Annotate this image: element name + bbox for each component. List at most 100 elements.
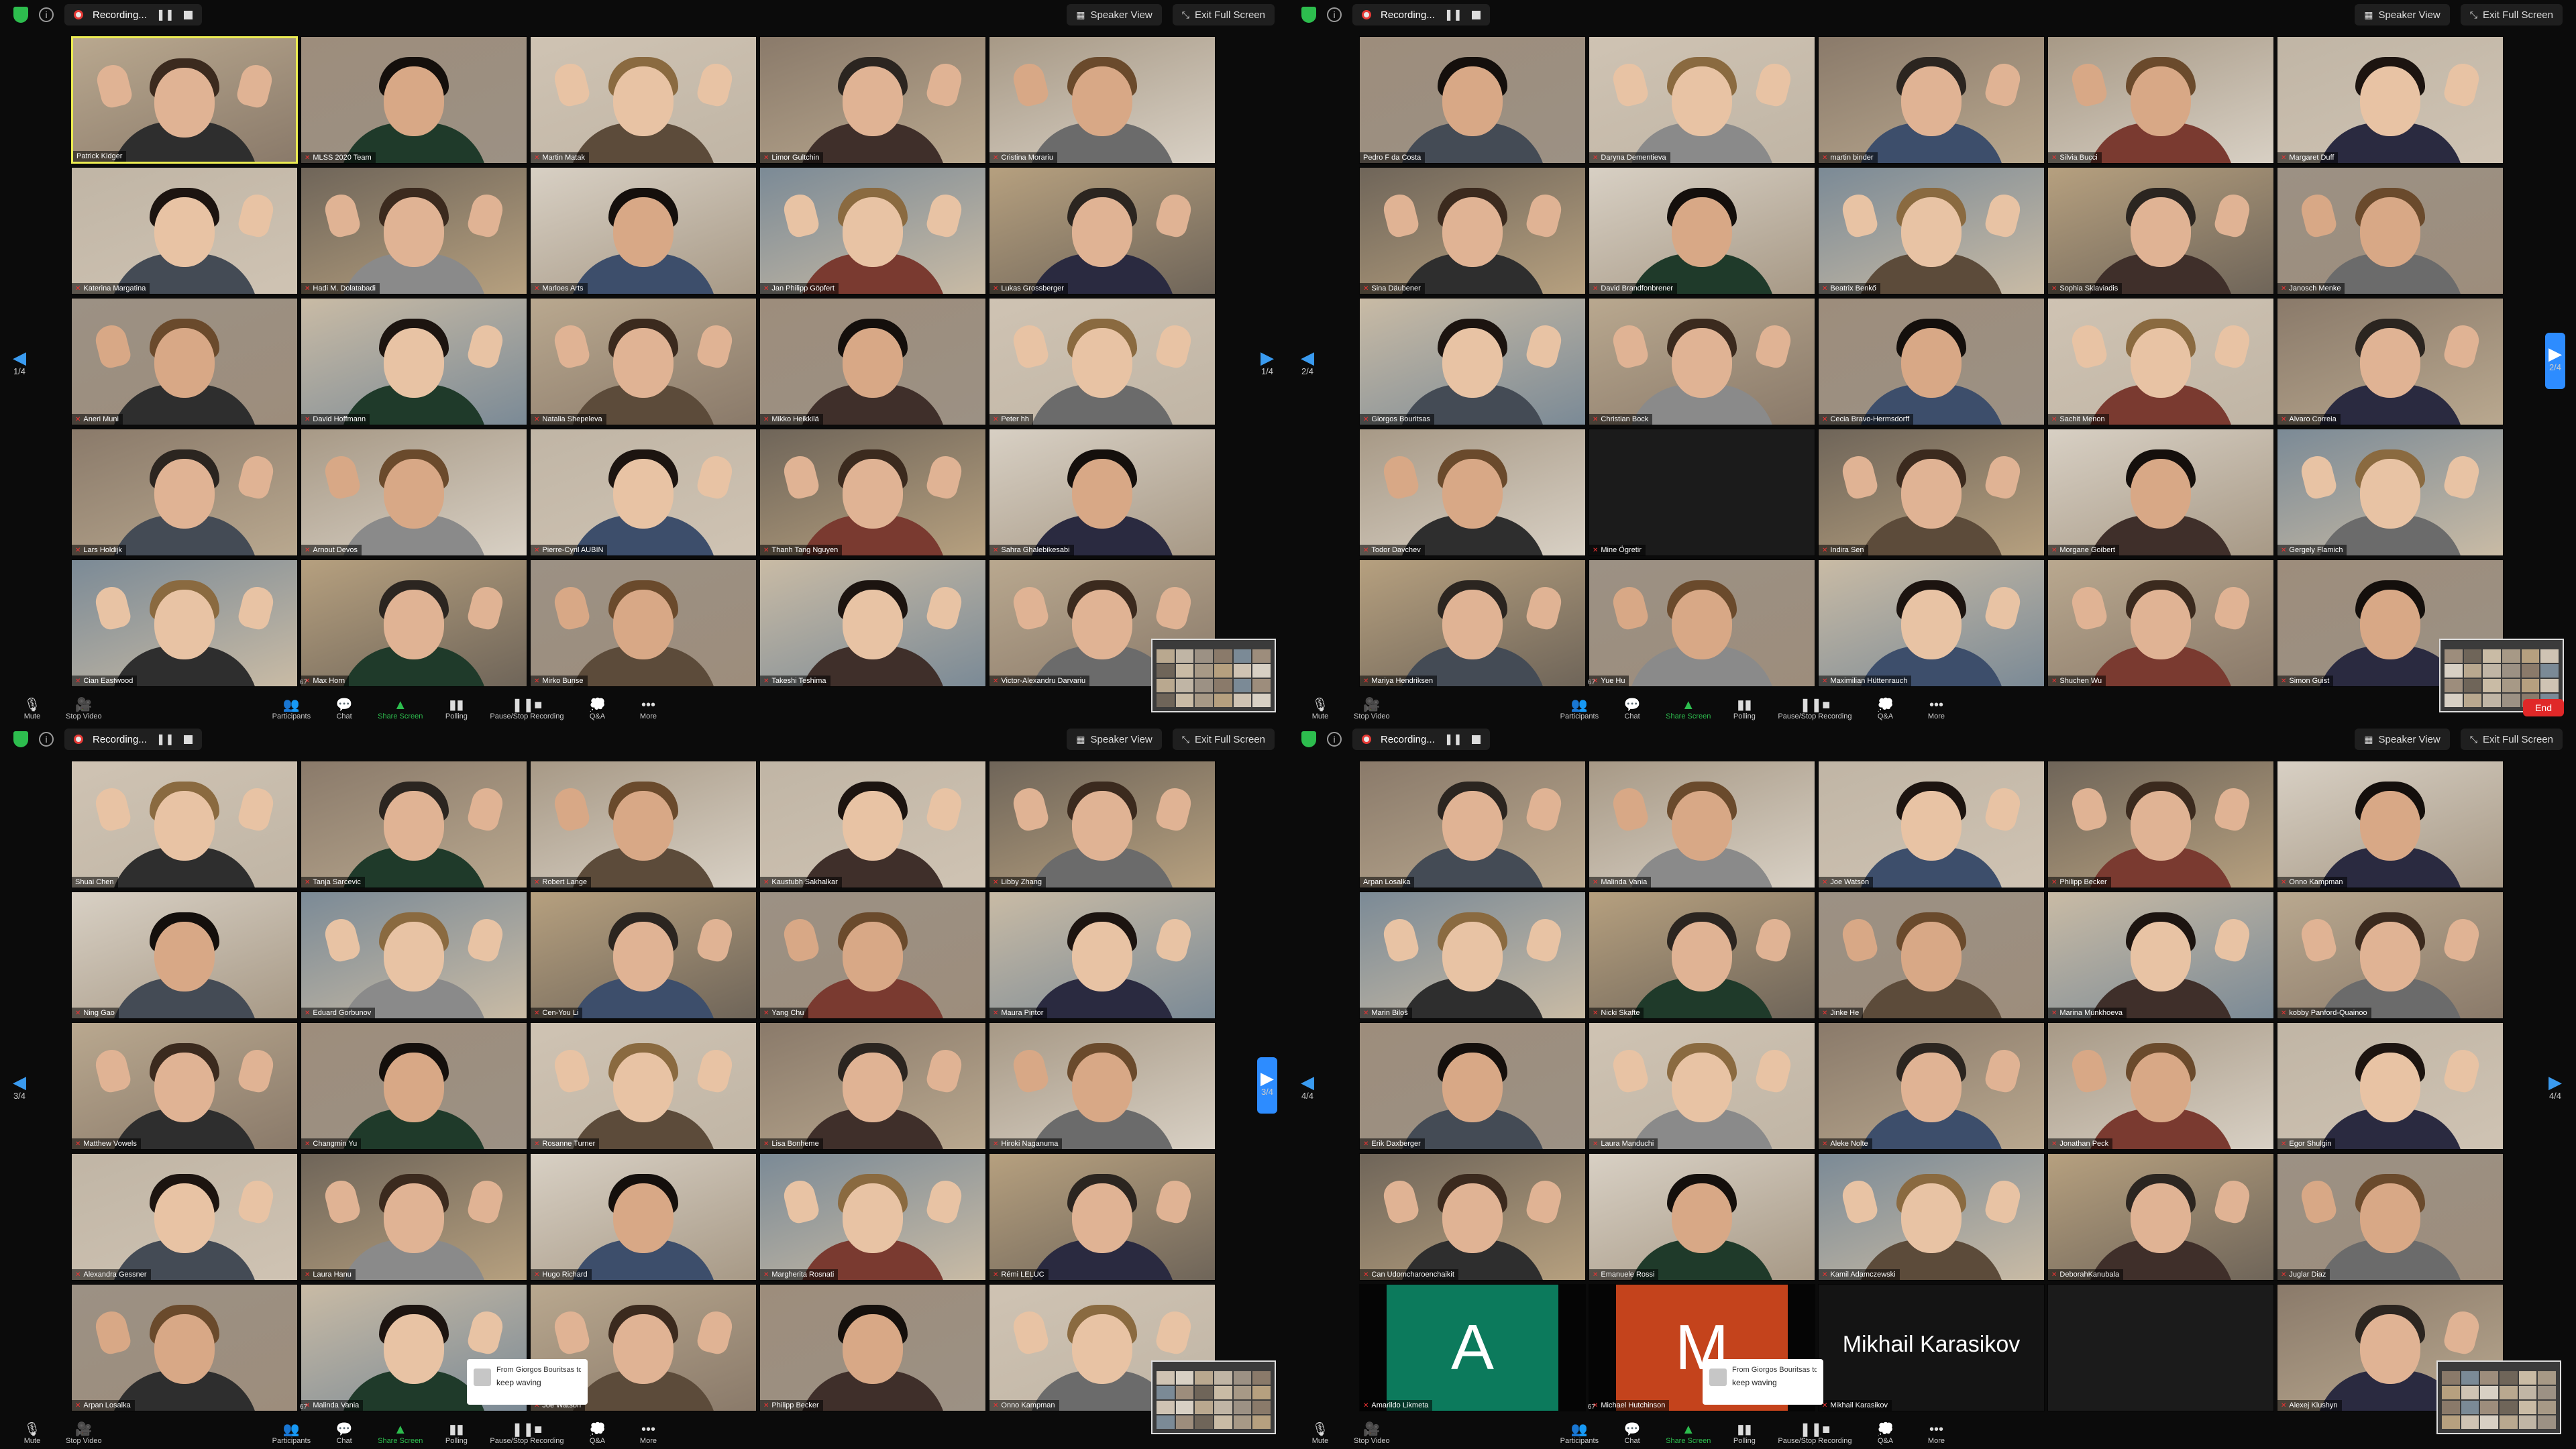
- stop-recording-button[interactable]: [183, 735, 193, 744]
- pause-stop-recording-button[interactable]: ❚❚■ Pause/Stop Recording: [490, 698, 564, 720]
- video-tile[interactable]: ✕ Daryna Dementieva: [1589, 36, 1815, 164]
- video-tile[interactable]: ✕ Hugo Richard: [530, 1153, 757, 1281]
- shield-icon[interactable]: [13, 731, 28, 747]
- chat-notification[interactable]: From Giorgos Bouritsas to All Pane... kee…: [467, 1359, 588, 1405]
- video-tile[interactable]: ✕ Lukas Grossberger: [989, 167, 1216, 294]
- chat-button[interactable]: 💬 Chat: [1615, 698, 1650, 720]
- participants-button[interactable]: 67👥Participants: [1560, 1403, 1599, 1445]
- mute-button[interactable]: 🎙 Mute: [1303, 698, 1338, 720]
- video-tile[interactable]: ✕ Maximilian Hüttenrauch: [1818, 559, 2045, 687]
- exit-fullscreen-button[interactable]: ⤡ Exit Full Screen: [1172, 4, 1275, 25]
- video-tile[interactable]: A ✕ Amarildo Likmeta: [1359, 1284, 1586, 1411]
- video-tile[interactable]: ✕ Mine Ögretir: [1589, 429, 1815, 556]
- stop-recording-button[interactable]: [1471, 735, 1481, 744]
- video-tile[interactable]: ✕ Malinda Vania: [1589, 761, 1815, 888]
- stop-video-button[interactable]: 🎥 Stop Video: [66, 698, 102, 720]
- mute-button[interactable]: 🎙 Mute: [15, 1422, 50, 1445]
- video-tile[interactable]: ✕ Lisa Bonheme: [759, 1022, 986, 1150]
- info-icon[interactable]: i: [1327, 732, 1342, 747]
- exit-fullscreen-button[interactable]: ⤡ Exit Full Screen: [1172, 729, 1275, 750]
- video-tile[interactable]: ✕ Natalia Shepeleva: [530, 298, 757, 425]
- share-screen-button[interactable]: ▲ Share Screen: [1666, 1422, 1711, 1445]
- video-tile[interactable]: ✕ Beatrix Benkő: [1818, 167, 2045, 294]
- video-tile[interactable]: ✕ Marina Munkhoeva: [2047, 892, 2274, 1019]
- video-tile[interactable]: ✕ Silvia Bucci: [2047, 36, 2274, 164]
- speaker-view-button[interactable]: ▦ Speaker View: [1067, 729, 1162, 750]
- pause-stop-recording-button[interactable]: ❚❚■ Pause/Stop Recording: [490, 1422, 564, 1445]
- video-tile[interactable]: ✕ martin binder: [1818, 36, 2045, 164]
- video-tile[interactable]: ✕ Maura Pintor: [989, 892, 1216, 1019]
- video-tile[interactable]: ✕ Sahra Ghalebikesabi: [989, 429, 1216, 556]
- stop-recording-button[interactable]: [1471, 10, 1481, 19]
- participants-button[interactable]: 67👥Participants: [272, 1403, 311, 1445]
- next-page-button[interactable]: ▶ 1/4: [1257, 349, 1277, 376]
- video-tile[interactable]: ✕ Rosanne Turner: [530, 1022, 757, 1150]
- end-meeting-button[interactable]: End: [2523, 699, 2564, 716]
- video-tile[interactable]: ✕ David Brandfonbrener: [1589, 167, 1815, 294]
- video-tile[interactable]: ✕ Cian Eastwood: [71, 559, 298, 687]
- info-icon[interactable]: i: [1327, 7, 1342, 22]
- video-tile[interactable]: ✕ Mariya Hendriksen: [1359, 559, 1586, 687]
- speaker-view-button[interactable]: ▦ Speaker View: [2355, 729, 2450, 750]
- next-page-button[interactable]: ▶ 4/4: [2545, 1073, 2565, 1101]
- video-tile[interactable]: ✕ Rémi LELUC: [989, 1153, 1216, 1281]
- pause-recording-button[interactable]: ❚❚: [1444, 733, 1462, 746]
- qa-button[interactable]: 💭 Q&A: [1868, 698, 1902, 720]
- video-tile[interactable]: ✕ Philipp Becker: [2047, 761, 2274, 888]
- video-tile[interactable]: ✕ Aneri Muni: [71, 298, 298, 425]
- share-screen-button[interactable]: ▲ Share Screen: [378, 1422, 423, 1445]
- video-tile[interactable]: ✕ Gergely Flamich: [2277, 429, 2504, 556]
- more-button[interactable]: ••• More: [631, 698, 665, 720]
- more-button[interactable]: ••• More: [631, 1422, 665, 1445]
- video-tile[interactable]: ✕ Todor Davchev: [1359, 429, 1586, 556]
- qa-button[interactable]: 💭 Q&A: [1868, 1422, 1902, 1445]
- video-tile[interactable]: ✕ Shuchen Wu: [2047, 559, 2274, 687]
- video-tile[interactable]: Pedro F da Costa: [1359, 36, 1586, 164]
- video-tile[interactable]: ✕ Arnout Devos: [301, 429, 527, 556]
- video-tile[interactable]: ✕ Cristina Morariu: [989, 36, 1216, 164]
- video-tile[interactable]: ✕ Robert Lange: [530, 761, 757, 888]
- pause-recording-button[interactable]: ❚❚: [1444, 8, 1462, 21]
- exit-fullscreen-button[interactable]: ⤡ Exit Full Screen: [2460, 4, 2563, 25]
- pause-stop-recording-button[interactable]: ❚❚■ Pause/Stop Recording: [1778, 698, 1851, 720]
- video-tile[interactable]: Patrick Kidger: [71, 36, 298, 164]
- pause-stop-recording-button[interactable]: ❚❚■ Pause/Stop Recording: [1778, 1422, 1851, 1445]
- pause-recording-button[interactable]: ❚❚: [156, 733, 174, 746]
- video-tile[interactable]: ✕ Indira Sen: [1818, 429, 2045, 556]
- video-tile[interactable]: ✕ David Hoffmann: [301, 298, 527, 425]
- video-tile[interactable]: ✕ Martin Matak: [530, 36, 757, 164]
- video-tile[interactable]: ✕ Margaret Duff: [2277, 36, 2504, 164]
- video-tile[interactable]: ✕ Kamil Adamczewski: [1818, 1153, 2045, 1281]
- video-tile[interactable]: ✕ Jinke He: [1818, 892, 2045, 1019]
- video-tile[interactable]: [2047, 1284, 2274, 1411]
- video-tile[interactable]: ✕ Mirko Bunse: [530, 559, 757, 687]
- video-tile[interactable]: ✕ Jan Philipp Göpfert: [759, 167, 986, 294]
- chat-button[interactable]: 💬 Chat: [1615, 1422, 1650, 1445]
- previous-page-button[interactable]: ◀ 4/4: [1297, 1073, 1318, 1101]
- video-tile[interactable]: ✕ Cecia Bravo-Hermsdorff: [1818, 298, 2045, 425]
- video-tile[interactable]: ✕ Arpan Losalka: [71, 1284, 298, 1411]
- info-icon[interactable]: i: [39, 7, 54, 22]
- video-tile[interactable]: ✕ Laura Hanu: [301, 1153, 527, 1281]
- video-tile[interactable]: ✕ Juglar Diaz: [2277, 1153, 2504, 1281]
- mute-button[interactable]: 🎙 Mute: [15, 698, 50, 720]
- video-tile[interactable]: ✕ Tanja Sarcevic: [301, 761, 527, 888]
- video-tile[interactable]: ✕ Laura Manduchi: [1589, 1022, 1815, 1150]
- video-tile[interactable]: ✕ Sachit Menon: [2047, 298, 2274, 425]
- video-tile[interactable]: ✕ Can Udomcharoenchaikit: [1359, 1153, 1586, 1281]
- stop-recording-button[interactable]: [183, 10, 193, 19]
- polling-button[interactable]: ▮▮ Polling: [1727, 698, 1762, 720]
- share-screen-button[interactable]: ▲ Share Screen: [378, 698, 423, 720]
- video-tile[interactable]: ✕ Alvaro Correia: [2277, 298, 2504, 425]
- video-tile[interactable]: ✕ Giorgos Bouritsas: [1359, 298, 1586, 425]
- qa-button[interactable]: 💭 Q&A: [580, 1422, 614, 1445]
- video-tile[interactable]: ✕ Pierre-Cyril AUBIN: [530, 429, 757, 556]
- video-tile[interactable]: ✕ Egor Shulgin: [2277, 1022, 2504, 1150]
- video-tile[interactable]: ✕ Janosch Menke: [2277, 167, 2504, 294]
- video-tile[interactable]: ✕ Alexandra Gessner: [71, 1153, 298, 1281]
- shield-icon[interactable]: [1301, 7, 1316, 23]
- exit-fullscreen-button[interactable]: ⤡ Exit Full Screen: [2460, 729, 2563, 750]
- video-tile[interactable]: ✕ Cen-You Li: [530, 892, 757, 1019]
- qa-button[interactable]: 💭 Q&A: [580, 698, 614, 720]
- video-tile[interactable]: ✕ kobby Panford-Quainoo: [2277, 892, 2504, 1019]
